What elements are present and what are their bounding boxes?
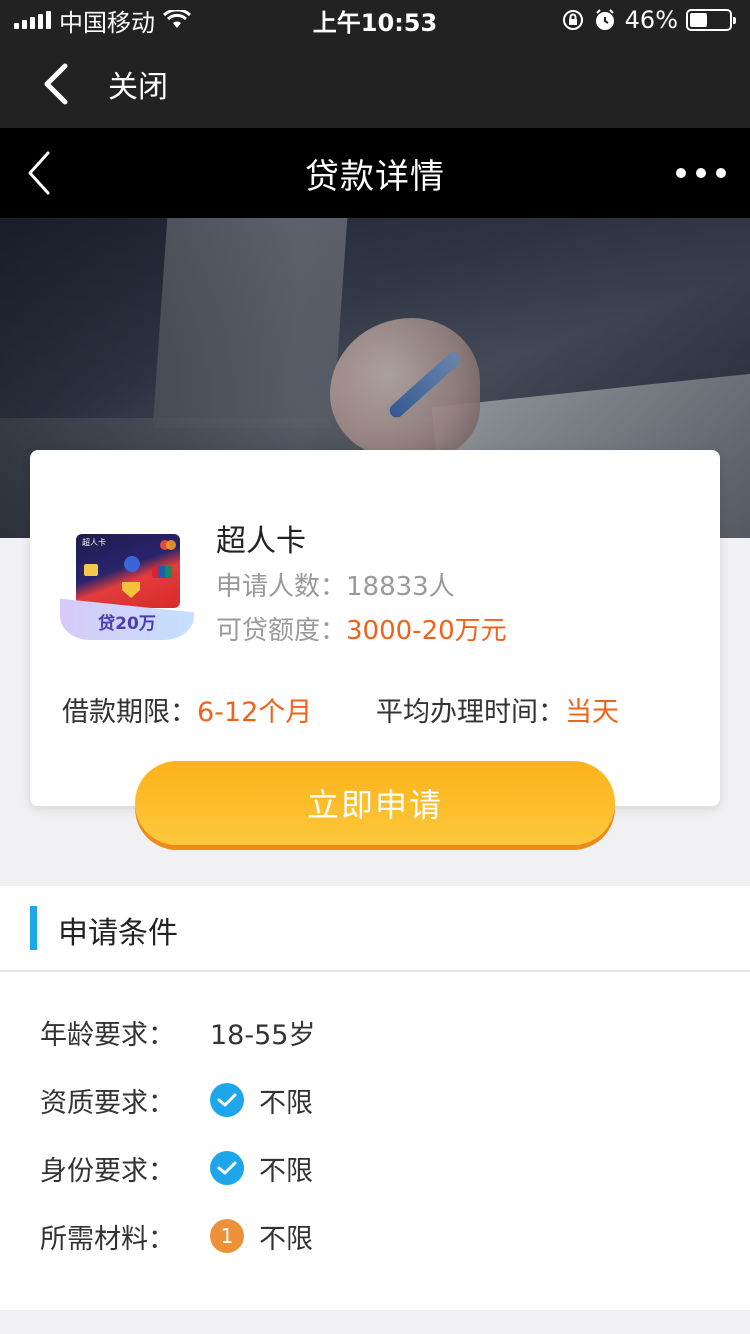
more-button[interactable] xyxy=(676,158,726,188)
chevron-left-icon xyxy=(44,63,68,105)
close-bar: 关闭 xyxy=(0,40,750,128)
apply-now-button[interactable]: 立即申请 xyxy=(135,761,615,845)
amount-row: 可贷额度：3000-20万元 xyxy=(216,610,507,647)
close-back-button[interactable] xyxy=(0,40,110,128)
processing-time: 平均办理时间：当天 xyxy=(376,690,619,729)
dot-icon xyxy=(696,168,706,178)
condition-row-materials: 所需材料： 1 不限 xyxy=(40,1216,313,1256)
condition-label: 所需材料： xyxy=(40,1223,175,1255)
number-icon: 1 xyxy=(210,1219,244,1253)
page-title: 贷款详情 xyxy=(305,156,445,197)
alarm-icon xyxy=(595,9,614,30)
applicants-row: 申请人数：18833人 xyxy=(216,566,455,603)
dot-icon xyxy=(716,168,726,178)
unionpay-icon xyxy=(152,566,172,578)
battery-icon xyxy=(686,9,736,31)
applicants-label: 申请人数： xyxy=(216,572,347,602)
product-name: 超人卡 xyxy=(216,524,306,559)
chevron-left-icon xyxy=(28,151,50,195)
processing-time-label: 平均办理时间： xyxy=(376,697,565,728)
condition-label: 身份要求： xyxy=(40,1155,175,1187)
loan-badge-text: 贷20万 xyxy=(98,614,156,634)
rotation-lock-icon xyxy=(562,10,583,30)
condition-row-identity: 身份要求： 不限 xyxy=(40,1148,313,1188)
condition-value: 不限 xyxy=(259,1155,313,1187)
status-left: 中国移动 xyxy=(14,3,191,38)
credit-card-graphic: 超人卡 xyxy=(76,534,180,608)
condition-label: 资质要求： xyxy=(40,1087,175,1119)
loan-term: 借款期限：6-12个月 xyxy=(62,690,312,729)
conditions-header: 申请条件 xyxy=(0,886,750,972)
status-right: 46% xyxy=(561,6,736,34)
condition-row-qualification: 资质要求： 不限 xyxy=(40,1080,313,1120)
wifi-icon xyxy=(163,10,191,28)
close-label[interactable]: 关闭 xyxy=(108,62,168,106)
conditions-title: 申请条件 xyxy=(58,916,178,951)
amount-value: 3000-20万元 xyxy=(346,616,507,646)
condition-row-age: 年龄要求： 18-55岁 xyxy=(40,1012,315,1052)
check-icon xyxy=(210,1083,244,1117)
battery-percent: 46% xyxy=(624,6,678,34)
back-button[interactable] xyxy=(14,148,64,198)
condition-value: 不限 xyxy=(259,1087,313,1119)
processing-time-value: 当天 xyxy=(565,697,619,728)
condition-label: 年龄要求： xyxy=(40,1019,175,1051)
loan-product-card: 超人卡 贷20万 超人卡 申请人数：18833人 可贷额度：3000-20万元 … xyxy=(30,450,720,806)
title-bar: 贷款详情 xyxy=(0,128,750,218)
loan-term-value: 6-12个月 xyxy=(197,697,313,728)
superman-shield-icon xyxy=(122,582,140,598)
applicants-value: 18833人 xyxy=(346,572,455,602)
dot-icon xyxy=(676,168,686,178)
loan-term-label: 借款期限： xyxy=(62,697,197,728)
condition-value: 不限 xyxy=(259,1223,313,1255)
amount-label: 可贷额度： xyxy=(216,616,347,646)
card-print-text: 超人卡 xyxy=(82,538,106,547)
check-icon xyxy=(210,1151,244,1185)
product-card-image: 超人卡 贷20万 xyxy=(60,528,194,652)
section-accent-bar xyxy=(30,906,37,950)
status-bar: 中国移动 上午10:53 46% xyxy=(0,0,750,40)
condition-value: 18-55岁 xyxy=(210,1019,316,1051)
signal-icon xyxy=(14,11,51,29)
carrier-label: 中国移动 xyxy=(59,8,155,37)
